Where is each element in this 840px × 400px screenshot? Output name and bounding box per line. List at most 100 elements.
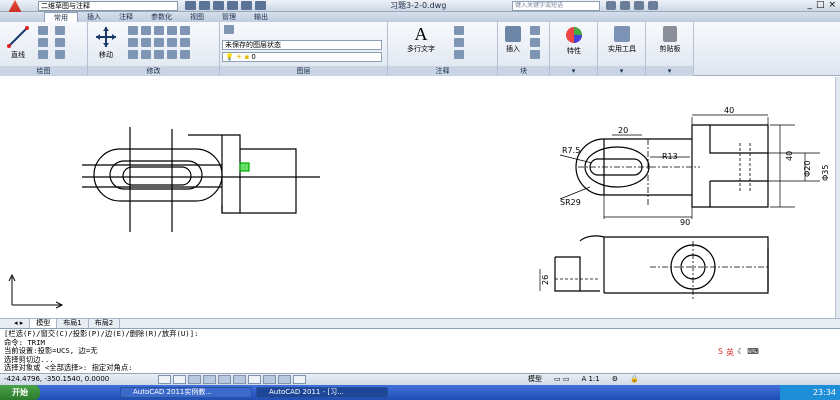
table-icon[interactable] (454, 50, 464, 59)
chamfer-icon[interactable] (180, 38, 190, 47)
tab-view[interactable]: 视图 (181, 12, 213, 22)
qp-toggle[interactable] (293, 375, 306, 384)
block-panel-title[interactable]: 块 (498, 66, 549, 76)
coordinate-readout[interactable]: -424.4796, -350.1540, 0.0000 (4, 374, 109, 385)
subscription-icon[interactable] (620, 1, 630, 10)
insert-button[interactable]: 插入 (500, 26, 526, 54)
annotation-scale[interactable]: A 1:1 (581, 374, 599, 385)
offset-icon[interactable] (180, 26, 190, 35)
workspace-selector[interactable]: 二维草图与注释 (38, 1, 178, 11)
tab-layout1[interactable]: 布局1 (57, 319, 89, 328)
vertical-scrollbar[interactable] (835, 77, 840, 318)
grip-marker[interactable] (239, 162, 250, 172)
rectangle-icon[interactable] (55, 26, 65, 35)
tab-layout2[interactable]: 布局2 (89, 319, 121, 328)
edit-block-icon[interactable] (530, 38, 540, 47)
utilities-button[interactable]: 实用工具 (602, 26, 642, 54)
ime-language[interactable]: 英 (726, 347, 734, 357)
ellipse-icon[interactable] (55, 50, 65, 59)
layer-state-dropdown[interactable]: 未保存的图层状态 (222, 40, 382, 50)
ortho-toggle[interactable] (188, 375, 201, 384)
properties-panel-title[interactable]: ▾ (550, 66, 597, 76)
redo-icon[interactable] (241, 1, 252, 10)
tab-annotate[interactable]: 注释 (110, 12, 142, 22)
nav-arrows-icon[interactable]: ◂ ▸ (8, 319, 31, 328)
dyn-toggle[interactable] (263, 375, 276, 384)
explode-icon[interactable] (167, 38, 177, 47)
rotate-icon[interactable] (128, 26, 138, 35)
tab-parametric[interactable]: 参数化 (142, 12, 181, 22)
clock[interactable]: 23:34 (813, 388, 836, 397)
fillet-icon[interactable] (154, 38, 164, 47)
lineweight-toggle[interactable] (278, 375, 291, 384)
close-button[interactable]: × (828, 0, 836, 11)
tab-model[interactable]: 模型 (30, 319, 58, 328)
tab-output[interactable]: 输出 (245, 12, 277, 22)
dimension-icon[interactable] (454, 26, 464, 35)
join-icon[interactable] (167, 50, 177, 59)
lock-icon[interactable]: 🔒 (630, 374, 639, 385)
command-window[interactable]: [栏选(F)/窗交(C)/投影(P)/边(E)/删除(R)/放弃(U)]: 命令… (0, 328, 840, 373)
arc-icon[interactable] (38, 50, 48, 59)
plot-icon[interactable] (255, 1, 266, 10)
help-icon[interactable] (648, 1, 658, 10)
tab-home[interactable]: 常用 (44, 12, 78, 22)
search-icon[interactable] (606, 1, 616, 10)
ducs-toggle[interactable] (248, 375, 261, 384)
save-icon[interactable] (213, 1, 224, 10)
grid-toggle[interactable] (173, 375, 186, 384)
ime-moon-icon[interactable]: ☾ (737, 347, 744, 357)
undo-icon[interactable] (227, 1, 238, 10)
move-button[interactable]: 移动 (92, 26, 120, 60)
hatch-icon[interactable] (55, 38, 65, 47)
maximize-button[interactable]: □ (816, 0, 825, 11)
taskbar-item-autocad[interactable]: AutoCAD 2011 - [习... (256, 387, 388, 398)
tab-insert[interactable]: 插入 (78, 12, 110, 22)
break-icon[interactable] (180, 50, 190, 59)
erase-icon[interactable] (154, 26, 164, 35)
circle-icon[interactable] (38, 38, 48, 47)
utilities-panel-title[interactable]: ▾ (598, 66, 645, 76)
clipboard-button[interactable]: 剪贴板 (650, 26, 690, 54)
scale-icon[interactable] (141, 50, 151, 59)
drafting-toggles (158, 375, 306, 384)
create-block-icon[interactable] (530, 26, 540, 35)
otrack-toggle[interactable] (233, 375, 246, 384)
star-icon[interactable] (634, 1, 644, 10)
osnap-toggle[interactable] (218, 375, 231, 384)
leader-icon[interactable] (454, 38, 464, 47)
copy-icon[interactable] (128, 38, 138, 47)
drawing-canvas[interactable]: 40 20 R7.5 R13 SR29 90 40 Φ20 Φ35 26 (0, 77, 840, 318)
clipboard-panel-title[interactable]: ▾ (646, 66, 693, 76)
layers-panel-title[interactable]: 图层 (220, 66, 387, 76)
annotation-panel-title[interactable]: 注释 (388, 66, 497, 76)
stretch-icon[interactable] (128, 50, 138, 59)
snap-toggle[interactable] (158, 375, 171, 384)
trim-icon[interactable] (141, 26, 151, 35)
model-space-label[interactable]: 模型 (528, 374, 542, 385)
taskbar-item-tutorial[interactable]: AutoCAD 2011实例教... (120, 387, 252, 398)
current-layer-dropdown[interactable]: 💡 ☀ ▪ 0 (222, 52, 382, 62)
polyline-icon[interactable] (38, 26, 48, 35)
mirror-icon[interactable] (141, 38, 151, 47)
layout-icon[interactable]: ▭ ▭ (554, 374, 569, 385)
draw-panel-title[interactable]: 绘图 (0, 66, 87, 76)
line-button[interactable]: 直线 (4, 26, 32, 60)
minimize-button[interactable]: _ (807, 0, 812, 11)
array-rect-icon[interactable] (154, 50, 164, 59)
workspace-gear-icon[interactable]: ⚙ (612, 374, 618, 385)
search-input[interactable]: 键入关键字或短语 (512, 1, 600, 11)
properties-button[interactable]: 特性 (558, 26, 590, 56)
start-button[interactable]: 开始 (0, 385, 40, 400)
modify-panel-title[interactable]: 修改 (88, 66, 219, 76)
tab-manage[interactable]: 管理 (213, 12, 245, 22)
block-attr-icon[interactable] (530, 50, 540, 59)
polar-toggle[interactable] (203, 375, 216, 384)
array-icon[interactable] (167, 26, 177, 35)
ime-keyboard-icon[interactable]: ⌨ (747, 347, 759, 357)
open-icon[interactable] (199, 1, 210, 10)
new-icon[interactable] (185, 1, 196, 10)
layer-properties-icon[interactable] (224, 25, 234, 34)
mtext-button[interactable]: A 多行文字 (396, 24, 446, 54)
ime-logo-icon[interactable]: S (718, 347, 723, 357)
